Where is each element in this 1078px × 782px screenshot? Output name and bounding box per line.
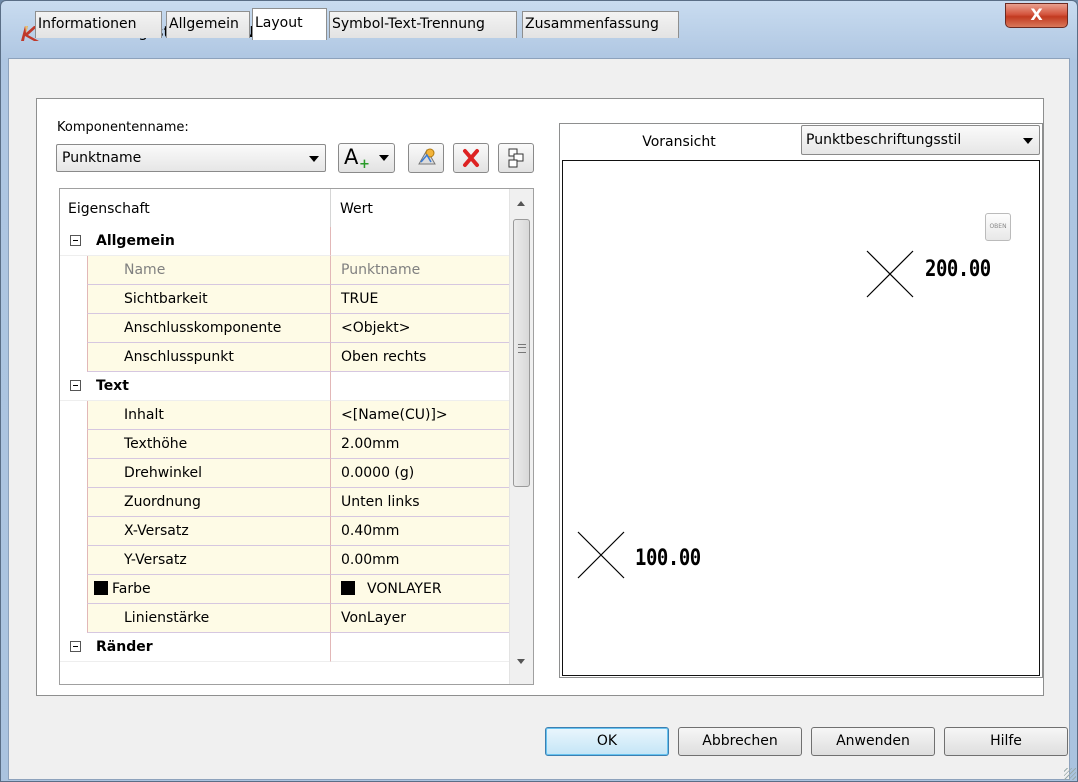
- property-value[interactable]: <Objekt>: [330, 314, 509, 343]
- add-text-component-button[interactable]: A +: [338, 143, 395, 173]
- component-draw-order-button[interactable]: [498, 143, 534, 173]
- property-row-zuordnung[interactable]: Zuordnung Unten links: [60, 488, 509, 517]
- category-label: Ränder: [96, 639, 153, 655]
- property-grid: Eigenschaft Wert Allgemein Name Punktnam…: [59, 188, 534, 685]
- property-row-anschlusspunkt[interactable]: Anschlusspunkt Oben rechts: [60, 343, 509, 372]
- property-row-farbe[interactable]: Farbe VONLAYER: [60, 575, 509, 604]
- preview-style-dropdown[interactable]: Punktbeschriftungsstil: [801, 125, 1040, 155]
- chevron-down-icon: [309, 156, 319, 162]
- component-draw-order-icon: [508, 148, 524, 168]
- tab-allgemein[interactable]: Allgemein: [166, 11, 250, 38]
- property-value-cell[interactable]: VONLAYER: [330, 575, 509, 604]
- plus-icon: +: [359, 157, 370, 172]
- scroll-up-icon[interactable]: [517, 201, 525, 206]
- category-label: Allgemein: [96, 233, 175, 249]
- property-value[interactable]: <[Name(CU)]>: [330, 401, 509, 430]
- ok-button[interactable]: OK: [545, 727, 669, 756]
- point-label-100: 100.00: [635, 546, 701, 571]
- category-row-allgemein[interactable]: Allgemein: [60, 227, 509, 256]
- chevron-down-icon: [1023, 138, 1033, 144]
- color-swatch-icon: [341, 581, 355, 595]
- delete-component-button[interactable]: [453, 143, 489, 173]
- property-label: Sichtbarkeit: [87, 285, 330, 314]
- component-name-label: Komponentenname:: [57, 120, 189, 135]
- preview-canvas[interactable]: OBEN 200.00 100.00: [562, 160, 1040, 676]
- property-label: Texthöhe: [87, 430, 330, 459]
- collapse-minus-icon[interactable]: [70, 235, 81, 246]
- tab-layout[interactable]: Layout: [252, 8, 327, 40]
- component-name-dropdown[interactable]: Punktname: [56, 144, 326, 172]
- property-row-y-versatz[interactable]: Y-Versatz 0.00mm: [60, 546, 509, 575]
- scroll-down-icon[interactable]: [517, 659, 525, 664]
- preview-style-value: Punktbeschriftungsstil: [806, 132, 962, 148]
- collapse-minus-icon[interactable]: [70, 380, 81, 391]
- cancel-button[interactable]: Abbrechen: [678, 727, 802, 756]
- help-button[interactable]: Hilfe: [944, 727, 1068, 756]
- vertical-scrollbar[interactable]: [509, 189, 533, 684]
- property-label: Anschlusskomponente: [87, 314, 330, 343]
- delete-component-icon: [463, 149, 479, 167]
- property-value[interactable]: 0.40mm: [330, 517, 509, 546]
- category-row-raender[interactable]: Ränder: [60, 633, 509, 662]
- point-label-200: 200.00: [925, 257, 991, 282]
- tab-symbol-text-trennung[interactable]: Symbol-Text-Trennung: [329, 11, 517, 38]
- property-label-cell: Farbe: [87, 575, 330, 604]
- property-label: Inhalt: [87, 401, 330, 430]
- property-value: VONLAYER: [367, 581, 442, 597]
- property-value[interactable]: 0.0000 (g): [330, 459, 509, 488]
- preview-title: Voransicht: [642, 134, 716, 150]
- property-value[interactable]: 2.00mm: [330, 430, 509, 459]
- point-marker-icon: [866, 250, 914, 298]
- property-row-anschlusskomponente[interactable]: Anschlusskomponente <Objekt>: [60, 314, 509, 343]
- property-label: Linienstärke: [87, 604, 330, 633]
- category-label: Text: [96, 378, 129, 394]
- property-label: Y-Versatz: [87, 546, 330, 575]
- category-row-text[interactable]: Text: [60, 372, 509, 401]
- point-marker-icon: [577, 531, 625, 579]
- property-row-drehwinkel[interactable]: Drehwinkel 0.0000 (g): [60, 459, 509, 488]
- view-orientation-icon[interactable]: OBEN: [985, 213, 1011, 241]
- preview-panel: Voransicht Punktbeschriftungsstil OBEN 2…: [559, 123, 1043, 678]
- header-value: Wert: [340, 201, 373, 217]
- resize-grip-icon[interactable]: [1064, 768, 1076, 780]
- grip-icon: [518, 344, 526, 353]
- property-row-linienstaerke[interactable]: Linienstärke VonLayer: [60, 604, 509, 633]
- tab-informationen[interactable]: Informationen: [35, 11, 162, 38]
- property-row-x-versatz[interactable]: X-Versatz 0.40mm: [60, 517, 509, 546]
- property-label: Farbe: [112, 581, 151, 597]
- property-label: X-Versatz: [87, 517, 330, 546]
- component-name-value: Punktname: [62, 150, 142, 166]
- header-property: Eigenschaft: [68, 201, 150, 217]
- property-value[interactable]: 0.00mm: [330, 546, 509, 575]
- property-row-inhalt[interactable]: Inhalt <[Name(CU)]>: [60, 401, 509, 430]
- color-swatch-icon: [94, 581, 108, 595]
- property-value[interactable]: TRUE: [330, 285, 509, 314]
- scrollbar-thumb[interactable]: [513, 219, 530, 487]
- apply-button[interactable]: Anwenden: [811, 727, 935, 756]
- copy-component-icon: [418, 148, 436, 165]
- property-value: Punktname: [330, 256, 509, 285]
- property-row-sichtbarkeit[interactable]: Sichtbarkeit TRUE: [60, 285, 509, 314]
- add-text-component-icon: A: [344, 145, 359, 169]
- property-label: Anschlusspunkt: [87, 343, 330, 372]
- close-button[interactable]: X: [1005, 3, 1068, 28]
- property-value[interactable]: Oben rechts: [330, 343, 509, 372]
- tab-zusammenfassung[interactable]: Zusammenfassung: [522, 11, 679, 38]
- property-label: Zuordnung: [87, 488, 330, 517]
- header-divider: [330, 189, 331, 227]
- property-label: Drehwinkel: [87, 459, 330, 488]
- property-value[interactable]: VonLayer: [330, 604, 509, 633]
- grid-header: Eigenschaft Wert: [60, 189, 509, 228]
- property-row-name[interactable]: Name Punktname: [60, 256, 509, 285]
- copy-component-button[interactable]: [408, 143, 444, 173]
- collapse-minus-icon[interactable]: [70, 641, 81, 652]
- chevron-down-icon: [379, 155, 389, 161]
- preview-header: Voransicht Punktbeschriftungsstil: [560, 124, 1042, 158]
- property-row-texthoehe[interactable]: Texthöhe 2.00mm: [60, 430, 509, 459]
- property-label: Name: [87, 256, 330, 285]
- property-value[interactable]: Unten links: [330, 488, 509, 517]
